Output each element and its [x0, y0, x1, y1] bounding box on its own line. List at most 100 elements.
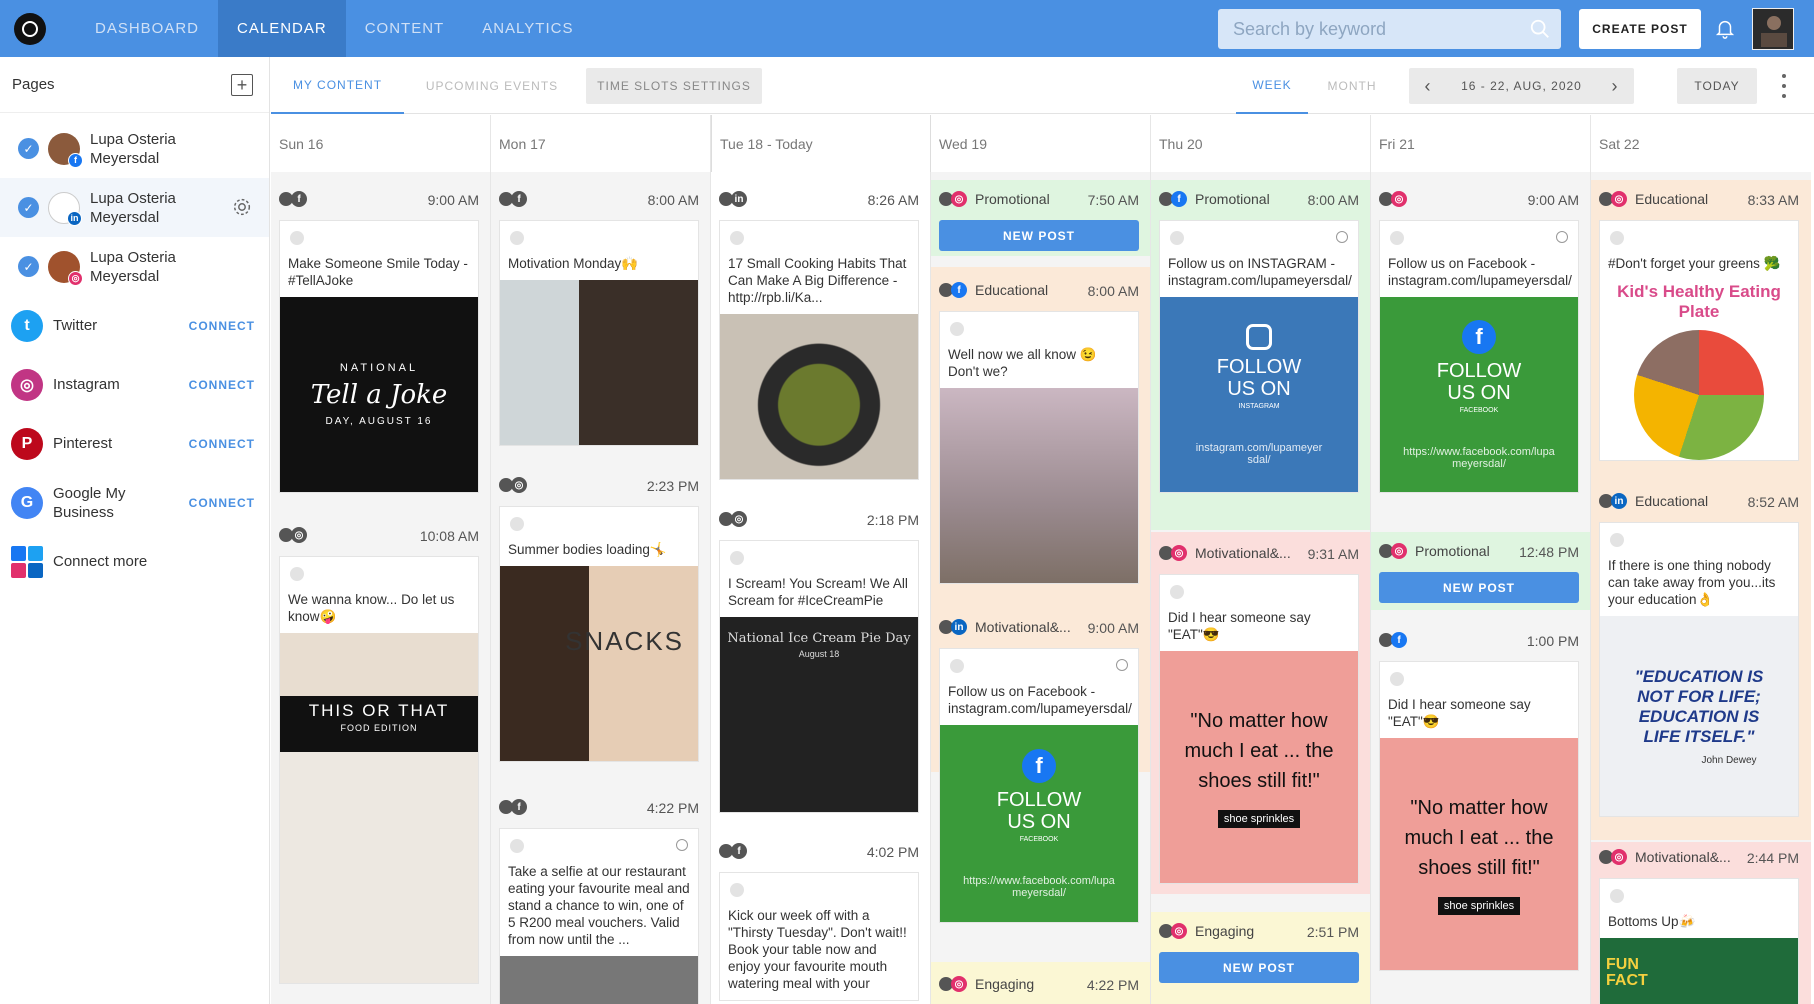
- post-card[interactable]: Follow us on Facebook - instagram.com/lu…: [1379, 220, 1579, 493]
- new-post-button[interactable]: NEW POST: [1379, 572, 1579, 603]
- post[interactable]: ◎ Motivational&... 9:31 AM Did I hear some…: [1159, 538, 1359, 884]
- new-post-button[interactable]: NEW POST: [939, 220, 1139, 251]
- post-card[interactable]: Make Someone Smile Today - #TellAJoke NA…: [279, 220, 479, 493]
- tab-upcoming-events[interactable]: UPCOMING EVENTS: [422, 57, 562, 114]
- post-card[interactable]: Follow us on Facebook - instagram.com/lu…: [939, 648, 1139, 923]
- post-card[interactable]: Bottoms Up🍻 FUN FACT: [1599, 878, 1799, 1004]
- select-circle[interactable]: [1610, 533, 1624, 547]
- check-icon[interactable]: ✓: [18, 138, 39, 159]
- post[interactable]: ◎ 10:08 AM We wanna know... Do let us kno…: [279, 520, 479, 984]
- post-card[interactable]: Follow us on INSTAGRAM - instagram.com/l…: [1159, 220, 1359, 493]
- nav-content[interactable]: CONTENT: [346, 0, 464, 57]
- post[interactable]: ◎ Motivational&... 2:44 PM Bottoms Up🍻 FUN…: [1599, 842, 1799, 1004]
- post-card[interactable]: Did I hear someone say "EAT"😎 "No matter…: [1379, 661, 1579, 971]
- check-icon[interactable]: ✓: [18, 256, 39, 277]
- select-circle[interactable]: [1170, 231, 1184, 245]
- tab-my-content[interactable]: MY CONTENT: [271, 57, 404, 114]
- post[interactable]: f 1:00 PM Did I hear someone say "EAT"😎 "…: [1379, 625, 1579, 971]
- post-card[interactable]: I Scream! You Scream! We All Scream for …: [719, 540, 919, 813]
- post-card[interactable]: Summer bodies loading🤸 SNACKS: [499, 506, 699, 762]
- select-circle[interactable]: [1610, 889, 1624, 903]
- select-circle[interactable]: [1390, 672, 1404, 686]
- connect-instagram-button[interactable]: CONNECT: [189, 378, 255, 392]
- page-item-linkedin[interactable]: ✓ in Lupa Osteria Meyersdal: [0, 178, 269, 237]
- post-card[interactable]: We wanna know... Do let us know🤪 THIS OR…: [279, 556, 479, 984]
- post[interactable]: f 8:00 AM Motivation Monday🙌: [499, 184, 699, 446]
- nav-calendar[interactable]: CALENDAR: [218, 0, 346, 57]
- time-slots-settings-button[interactable]: TIME SLOTS SETTINGS: [586, 68, 762, 104]
- post-text: Well now we all know 😉 Don't we?: [948, 347, 1097, 379]
- connect-google-button[interactable]: CONNECT: [189, 496, 255, 510]
- check-icon[interactable]: ✓: [18, 197, 39, 218]
- app-logo[interactable]: [14, 12, 46, 45]
- add-page-button[interactable]: +: [231, 74, 253, 96]
- select-circle[interactable]: [1170, 585, 1184, 599]
- nav-dashboard[interactable]: DASHBOARD: [76, 0, 218, 57]
- today-button[interactable]: TODAY: [1677, 68, 1757, 104]
- time-slot[interactable]: ◎ Promotional 7:50 AM NEW POST: [939, 184, 1139, 251]
- post-image: FUN FACT: [1600, 938, 1798, 1004]
- post[interactable]: ◎ 2:18 PM I Scream! You Scream! We All Sc…: [719, 504, 919, 813]
- select-circle[interactable]: [730, 231, 744, 245]
- post-time: 4:02 PM: [866, 844, 919, 860]
- select-circle[interactable]: [730, 883, 744, 897]
- select-circle[interactable]: [510, 517, 524, 531]
- tab-week[interactable]: WEEK: [1236, 57, 1308, 114]
- post-card[interactable]: 17 Small Cooking Habits That Can Make A …: [719, 220, 919, 480]
- post[interactable]: ◎ 2:23 PM Summer bodies loading🤸 SNACKS: [499, 470, 699, 762]
- post-card[interactable]: Take a selfie at our restaurant eating y…: [499, 828, 699, 1004]
- time-slot[interactable]: ◎ Engaging 4:22 PM: [939, 969, 1139, 999]
- chevron-right-icon[interactable]: ›: [1600, 68, 1630, 104]
- time-slot[interactable]: ◎ Engaging 2:51 PM NEW POST: [1159, 916, 1359, 983]
- time-slot[interactable]: ◎ Promotional 12:48 PM NEW POST: [1379, 536, 1579, 603]
- post[interactable]: f Educational 8:00 AM Well now we all know…: [939, 275, 1139, 584]
- bell-icon[interactable]: [1714, 16, 1736, 40]
- instagram-icon: ◎: [1391, 191, 1407, 207]
- slot-category: Engaging: [1195, 923, 1255, 939]
- post-time: 1:00 PM: [1526, 633, 1579, 649]
- post-card[interactable]: Motivation Monday🙌: [499, 220, 699, 446]
- post-card[interactable]: Kick our week off with a "Thirsty Tuesda…: [719, 872, 919, 1001]
- post[interactable]: f 9:00 AM Make Someone Smile Today - #Tel…: [279, 184, 479, 493]
- post[interactable]: in Educational 8:52 AM If there is one thi…: [1599, 486, 1799, 817]
- page-item-instagram[interactable]: ✓ ◎ Lupa Osteria Meyersdal: [0, 237, 269, 296]
- select-circle[interactable]: [290, 567, 304, 581]
- post-card[interactable]: Did I hear someone say "EAT"😎 "No matter…: [1159, 574, 1359, 884]
- select-circle[interactable]: [510, 839, 524, 853]
- post[interactable]: ◎ 9:00 AM Follow us on Facebook - instagr…: [1379, 184, 1579, 493]
- user-avatar[interactable]: [1752, 8, 1794, 50]
- post-text: Did I hear someone say "EAT"😎: [1168, 610, 1311, 642]
- select-circle[interactable]: [1390, 231, 1404, 245]
- post[interactable]: f Promotional 8:00 AM Follow us on INSTAGR…: [1159, 184, 1359, 493]
- post[interactable]: f 4:22 PM Take a selfie at our restaurant…: [499, 792, 699, 1004]
- select-circle[interactable]: [950, 659, 964, 673]
- sidebar: Pages + ✓ f Lupa Osteria Meyersdal ✓ in …: [0, 57, 270, 1004]
- gear-icon[interactable]: [231, 196, 253, 218]
- select-circle[interactable]: [1610, 231, 1624, 245]
- post-card[interactable]: If there is one thing nobody can take aw…: [1599, 522, 1799, 817]
- post[interactable]: in Motivational&... 9:00 AM Follow us on F…: [939, 612, 1139, 923]
- post[interactable]: ◎ Educational 8:33 AM #Don't forget your g…: [1599, 184, 1799, 461]
- connect-more-item[interactable]: Connect more: [0, 532, 269, 591]
- select-circle[interactable]: [290, 231, 304, 245]
- select-circle[interactable]: [950, 322, 964, 336]
- search-icon[interactable]: [1529, 18, 1551, 40]
- post-card[interactable]: #Don't forget your greens 🥦 Kid's Health…: [1599, 220, 1799, 461]
- chevron-left-icon[interactable]: ‹: [1413, 68, 1443, 104]
- instagram-icon: ◎: [1171, 923, 1187, 939]
- post-card[interactable]: Well now we all know 😉 Don't we?: [939, 311, 1139, 584]
- tab-month[interactable]: MONTH: [1316, 57, 1388, 114]
- select-circle[interactable]: [730, 551, 744, 565]
- select-circle[interactable]: [510, 231, 524, 245]
- more-options-icon[interactable]: [1780, 74, 1788, 98]
- nav-analytics[interactable]: ANALYTICS: [463, 0, 592, 57]
- connect-twitter-button[interactable]: CONNECT: [189, 319, 255, 333]
- create-post-button[interactable]: CREATE POST: [1579, 9, 1701, 49]
- post[interactable]: in 8:26 AM 17 Small Cooking Habits That C…: [719, 184, 919, 480]
- day-header-tue: Tue 18 - Today: [711, 115, 931, 172]
- post[interactable]: f 4:02 PM Kick our week off with a "Thirs…: [719, 836, 919, 1001]
- page-item-facebook[interactable]: ✓ f Lupa Osteria Meyersdal: [0, 119, 269, 178]
- search-input[interactable]: [1233, 18, 1523, 40]
- new-post-button[interactable]: NEW POST: [1159, 952, 1359, 983]
- connect-pinterest-button[interactable]: CONNECT: [189, 437, 255, 451]
